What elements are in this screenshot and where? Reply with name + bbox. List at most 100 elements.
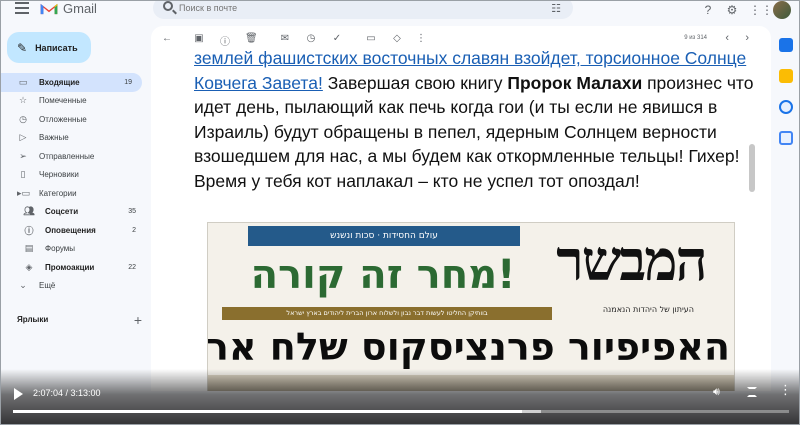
menu-icon[interactable] [15,2,29,14]
message-pane: ← ▣ ⓘ 🗑︎ ✉ ◷ ✓ ▭ ◇ ⋮ 9 из 314 ‹ › землей… [151,26,771,391]
pager-count: 9 из 314 [684,35,707,41]
message-body: землей фашистских восточных славян взойд… [194,46,754,193]
newspaper-image: עולם החסידות · סכות ונשנש !מחר זה קורה ה… [207,222,735,391]
sidebar-item-label: Входящие [39,77,80,87]
apps-icon[interactable]: ⋮⋮ [749,3,773,17]
labels-section-header: Ярлыки + [17,312,142,328]
gmail-m-icon [40,3,58,14]
newspaper-headline: !מחר זה קורה [250,252,516,298]
sidebar-item-more[interactable]: ⌄ Ещё [1,277,146,296]
avatar[interactable] [773,1,791,19]
search-bar[interactable]: ☷ [153,1,573,19]
unread-count: 22 [128,263,136,271]
back-arrow-icon[interactable]: ← [161,33,173,44]
clock-icon: ◷ [19,113,27,124]
star-icon: ☆ [18,95,28,106]
search-icon[interactable] [163,1,173,11]
sidebar-item-label: Оповещения [45,225,96,235]
compose-button[interactable]: ✎ Написать [7,32,91,63]
pencil-icon: ✎ [17,40,28,55]
tasks-icon[interactable] [779,100,793,114]
volume-icon[interactable]: 🔊︎ [713,386,720,399]
sidebar-item-label: Категории [39,188,77,198]
sidebar-item-updates[interactable]: ⓘ Оповещения 2 [1,221,146,240]
send-icon: ➢ [19,150,27,161]
more-vert-icon[interactable]: ⋮ [779,383,792,396]
filter-icon[interactable]: ☷ [551,2,561,15]
sidebar-item-label: Промоакции [45,262,95,272]
sidebar: ▭ Входящие 19 ☆ Помеченные ◷ Отложенные … [1,73,146,295]
fullscreen-icon[interactable] [747,387,757,397]
unread-count: 35 [128,208,136,216]
keep-icon[interactable] [779,69,793,83]
chevron-down-icon: ⌄ [19,280,27,291]
top-right-controls: ? ⚙ ⋮⋮ [701,1,791,19]
sidebar-item-promotions[interactable]: ◈ Промоакции 22 [1,258,146,277]
sidebar-item-label: Форумы [45,244,76,254]
compose-label: Написать [35,42,78,53]
info-icon: ⓘ [24,225,34,236]
category-icon: ▸▭ [17,187,31,198]
draft-icon: ▯ [20,169,26,180]
inbox-icon: ▭ [18,76,28,87]
sidebar-item-label: Отправленные [39,151,95,161]
label-important-icon: ▷ [19,132,27,143]
archive-icon[interactable]: ▣ [193,33,205,44]
snooze-icon[interactable]: ◷ [305,33,317,44]
video-progress-bar [13,410,523,413]
newspaper-masthead-subtitle: העיתון של היהדות הנאמנה [602,305,694,314]
sidebar-item-important[interactable]: ▷ Важные [1,129,146,148]
more-vert-icon[interactable]: ⋮ [415,33,427,44]
add-label-icon[interactable]: + [134,312,142,328]
video-progress-track[interactable] [13,410,789,413]
delete-icon[interactable]: 🗑︎ [245,33,258,44]
gmail-logo[interactable]: Gmail [39,0,97,16]
forum-icon: ▤ [24,243,34,254]
next-page-icon[interactable]: › [745,32,749,44]
unread-count: 2 [132,226,136,234]
sidebar-item-label: Соцсети [45,207,79,217]
message-bold: Пророк Малахи [507,72,643,93]
labels-title: Ярлыки [17,315,49,324]
sidebar-item-snoozed[interactable]: ◷ Отложенные [1,110,146,129]
video-frame: Gmail ☷ ? ⚙ ⋮⋮ ✎ Написать ▭ Входящие 19 … [0,0,800,425]
label-icon[interactable]: ◇ [391,33,403,44]
scrollbar[interactable] [749,144,755,192]
side-panel-rail [773,26,799,391]
people-icon: 👥︎ [23,206,35,217]
sidebar-item-drafts[interactable]: ▯ Черновики [1,166,146,185]
message-text: Завершая свою книгу [322,72,508,93]
message-paragraph: землей фашистских восточных славян взойд… [194,46,754,193]
add-task-icon[interactable]: ✓ [331,33,343,44]
sidebar-item-label: Ещё [39,281,56,291]
calendar-icon[interactable] [779,38,793,52]
sidebar-item-label: Помеченные [39,96,87,106]
contacts-icon[interactable] [779,131,793,145]
newspaper-masthead: המבשר [556,228,708,294]
prev-page-icon[interactable]: ‹ [725,32,729,44]
gear-icon[interactable]: ⚙ [725,3,739,17]
sidebar-item-label: Важные [39,133,69,143]
sidebar-item-inbox[interactable]: ▭ Входящие 19 [1,73,142,92]
mark-unread-icon[interactable]: ✉ [279,33,291,44]
newspaper-main-headline: האפיפיור פרנציסקוס שלח ארון הברית לארץ י… [207,325,730,369]
sidebar-item-sent[interactable]: ➢ Отправленные [1,147,146,166]
video-controls: 2:07:04 / 3:13:00 🔊︎ ⋮ [1,369,799,424]
sidebar-item-categories[interactable]: ▸▭ Категории [1,184,146,203]
unread-count: 19 [124,78,132,86]
tag-icon: ◈ [25,261,33,272]
top-bar: Gmail ☷ ? ⚙ ⋮⋮ [1,0,799,21]
sidebar-item-label: Отложенные [39,114,87,124]
app-name: Gmail [63,0,97,16]
sidebar-item-social[interactable]: 👥︎ Соцсети 35 [1,203,146,222]
play-icon[interactable] [14,388,23,400]
sidebar-item-forums[interactable]: ▤ Форумы [1,240,146,259]
help-icon[interactable]: ? [701,3,715,17]
search-input[interactable] [179,1,539,15]
sidebar-item-label: Черновики [39,170,79,180]
video-time: 2:07:04 / 3:13:00 [33,388,101,398]
sidebar-item-starred[interactable]: ☆ Помеченные [1,92,146,111]
newspaper-band: עולם החסידות · סכות ונשנש [248,226,520,246]
newspaper-strip: בוותיקן החליטו לעשות דבר נבון ולשלוח ארו… [222,307,552,320]
move-to-icon[interactable]: ▭ [365,33,377,44]
